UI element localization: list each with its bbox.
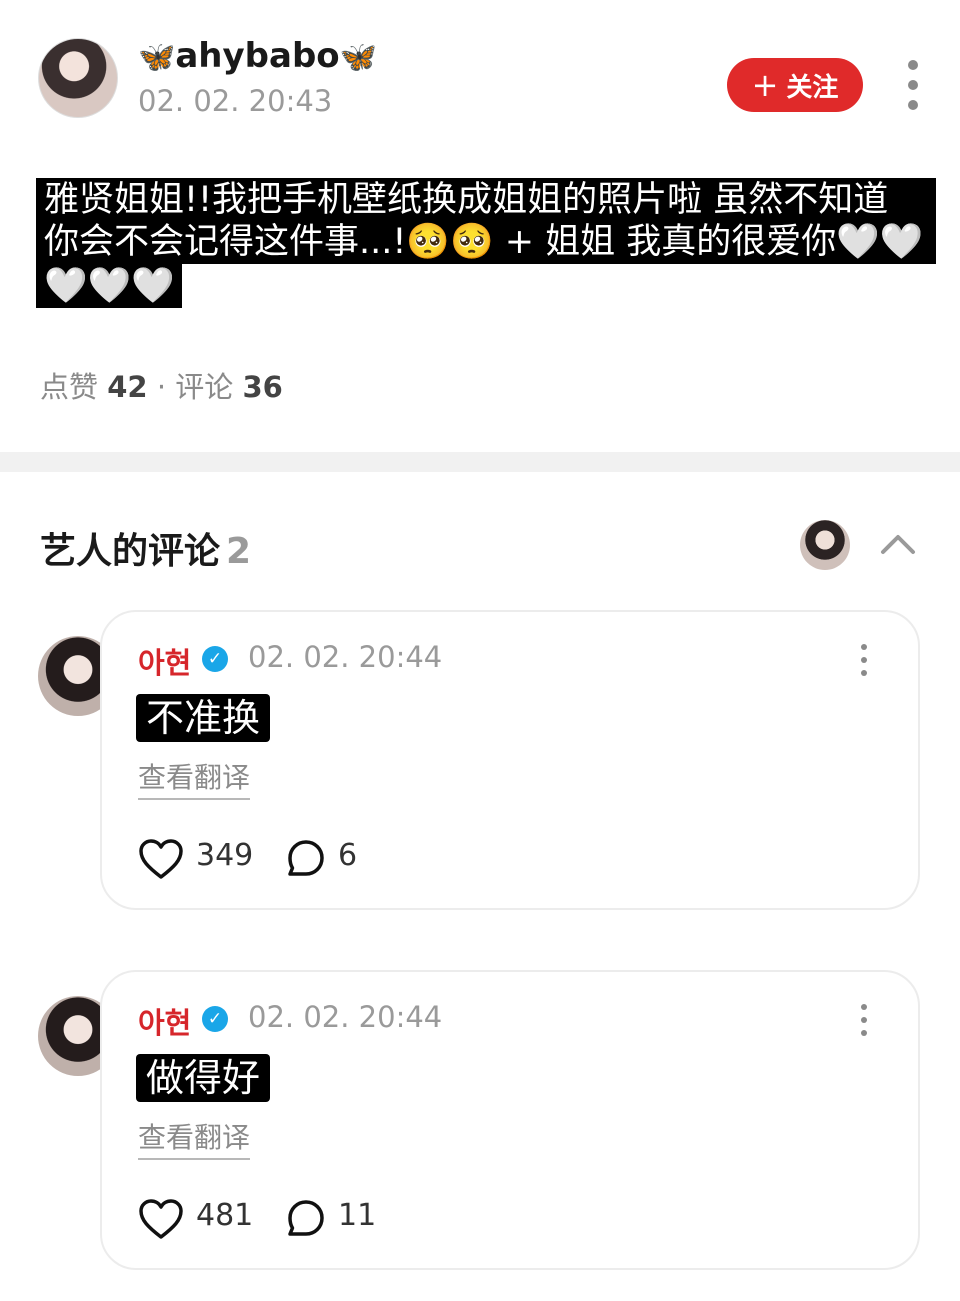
artist-avatar-small (800, 520, 850, 570)
comments-count: 36 (242, 370, 283, 404)
verified-badge-icon: ✓ (202, 1006, 228, 1032)
post: 🦋ahybabo🦋 02. 02. 20:43 + 关注 雅贤姐姐!!我把手机壁… (0, 0, 960, 452)
follow-label: 关注 (786, 72, 839, 103)
comment-author-name[interactable]: 아현 (138, 1000, 191, 1042)
more-vertical-icon (861, 1004, 867, 1010)
caption-line: 你会不会记得这件事...!🥺🥺 + 姐姐 我真的很爱你🤍🤍 (36, 220, 936, 264)
likes-count: 42 (107, 370, 148, 404)
username-text: ahybabo (175, 36, 340, 76)
stats-separator: · (156, 370, 167, 404)
more-dot (861, 1017, 867, 1023)
author-avatar[interactable] (38, 38, 118, 118)
chevron-up-icon[interactable] (880, 532, 916, 556)
caption-line: 雅贤姐姐!!我把手机壁纸换成姐姐的照片啦 虽然不知道 (36, 178, 936, 222)
comment-reply-count: 11 (338, 1198, 377, 1233)
view-translation-link[interactable]: 查看翻译 (138, 1116, 251, 1160)
speech-bubble-icon[interactable] (286, 838, 326, 878)
comment-reply-count: 6 (338, 838, 358, 873)
artist-comments-title-text: 艺人的评论 (40, 531, 221, 572)
comment-text: 不准换 (136, 694, 271, 742)
more-dot (908, 80, 918, 90)
heart-outline-icon[interactable] (138, 838, 184, 880)
verified-badge-icon: ✓ (202, 646, 228, 672)
view-translation-link[interactable]: 查看翻译 (138, 756, 251, 800)
post-stats: 点赞 42 · 评论 36 (40, 364, 283, 406)
butterfly-icon: 🦋 (339, 40, 378, 75)
comment-card: 아현 ✓ 02. 02. 20:44 做得好 查看翻译 481 11 (100, 970, 920, 1270)
follow-button[interactable]: + 关注 (727, 58, 863, 112)
comment-like-count: 481 (196, 1198, 254, 1233)
post-timestamp: 02. 02. 20:43 (138, 84, 333, 118)
caption-line: 🤍🤍🤍 (36, 264, 182, 308)
comment-card: 아현 ✓ 02. 02. 20:44 不准换 查看翻译 349 6 (100, 610, 920, 910)
comment-like-count: 349 (196, 838, 254, 873)
section-divider (0, 452, 960, 472)
butterfly-icon: 🦋 (138, 40, 176, 75)
comment-more-button[interactable] (854, 1004, 874, 1036)
more-options-button[interactable] (898, 60, 928, 110)
comment-timestamp: 02. 02. 20:44 (248, 640, 443, 674)
artist-comments-count: 2 (226, 531, 252, 572)
more-vertical-icon (861, 644, 867, 650)
more-vertical-icon (908, 60, 918, 70)
comment-text: 做得好 (136, 1054, 271, 1102)
more-dot (861, 657, 867, 663)
artist-comments-title: 艺人的评论 2 (40, 522, 251, 574)
likes-label: 点赞 (40, 370, 99, 404)
plus-icon: + (751, 66, 779, 104)
more-dot (861, 1030, 867, 1036)
speech-bubble-icon[interactable] (286, 1198, 326, 1238)
comment-more-button[interactable] (854, 644, 874, 676)
heart-outline-icon[interactable] (138, 1198, 184, 1240)
comments-label[interactable]: 评论 (175, 370, 233, 404)
more-dot (908, 100, 918, 110)
more-dot (861, 670, 867, 676)
author-username[interactable]: 🦋ahybabo🦋 (138, 36, 377, 76)
comment-timestamp: 02. 02. 20:44 (248, 1000, 443, 1034)
comment-author-name[interactable]: 아현 (138, 640, 191, 682)
